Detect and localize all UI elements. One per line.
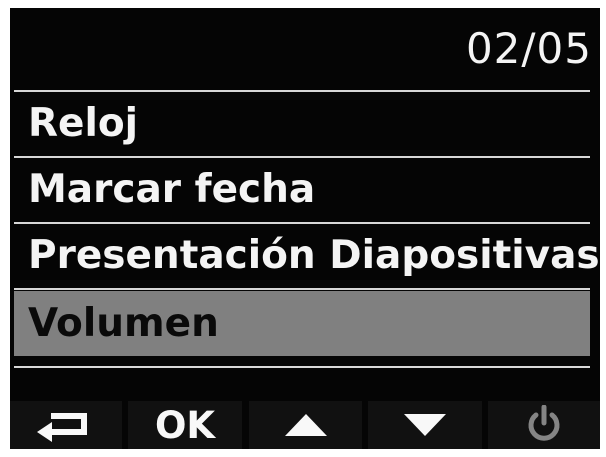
menu-screen: 02/05 Reloj Marcar fecha Presentación Di… xyxy=(10,8,600,449)
return-arrow-icon xyxy=(35,408,97,442)
ok-label: OK xyxy=(154,403,216,447)
menu-item-label: Marcar fecha xyxy=(28,167,316,212)
menu-item-presentacion-diapositivas[interactable]: Presentación Diapositivas xyxy=(14,224,600,288)
menu-item-marcar-fecha[interactable]: Marcar fecha xyxy=(14,158,590,222)
menu-item-volumen[interactable]: Volumen xyxy=(14,291,590,356)
menu-divider xyxy=(14,288,590,290)
power-icon xyxy=(527,405,561,445)
bottom-divider xyxy=(14,366,590,368)
page-indicator: 02/05 xyxy=(465,24,592,73)
down-triangle-icon xyxy=(401,412,449,438)
back-button[interactable] xyxy=(10,401,122,449)
menu-item-reloj[interactable]: Reloj xyxy=(14,92,590,156)
power-button xyxy=(488,401,600,449)
menu-item-label: Presentación Diapositivas xyxy=(28,233,600,278)
menu-item-label: Volumen xyxy=(28,301,219,346)
up-button[interactable] xyxy=(249,401,362,449)
softkey-bar: OK xyxy=(10,401,600,449)
ok-button[interactable]: OK xyxy=(128,401,242,449)
up-triangle-icon xyxy=(282,412,330,438)
down-button[interactable] xyxy=(368,401,482,449)
menu-item-label: Reloj xyxy=(28,101,139,146)
